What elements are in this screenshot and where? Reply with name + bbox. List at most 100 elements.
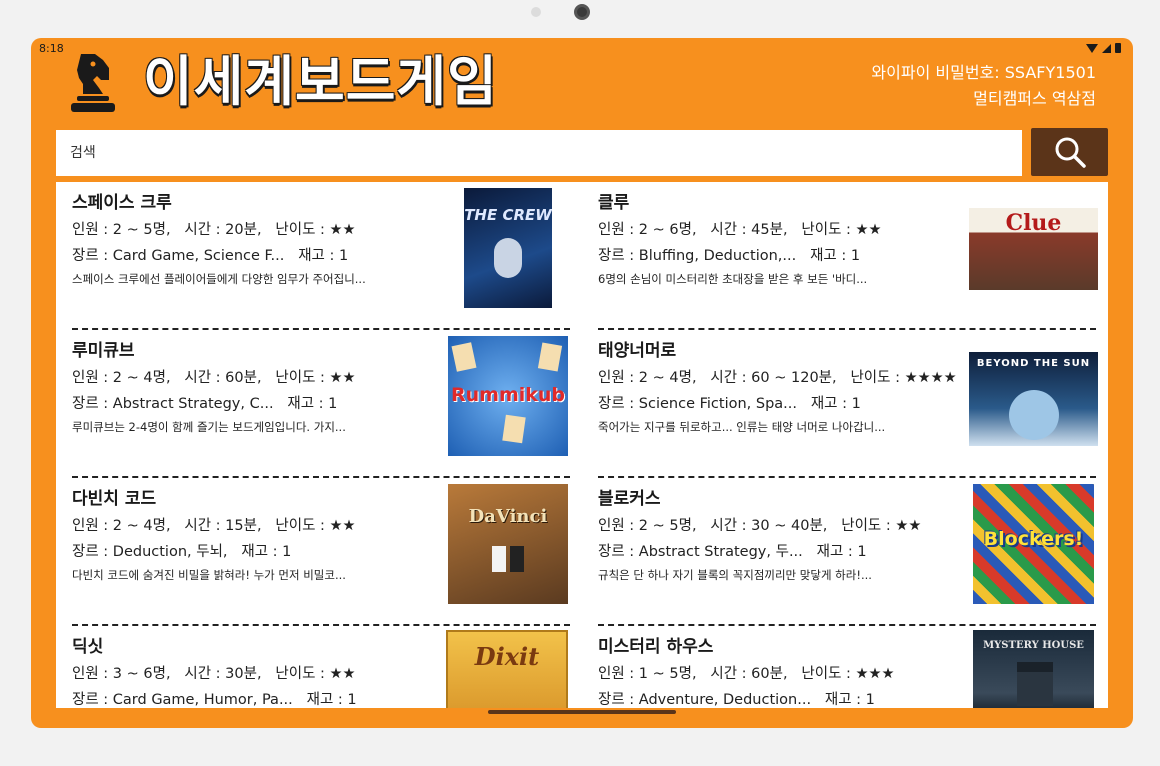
game-title: 루미큐브 xyxy=(72,341,135,361)
game-genre: 장르 : Card Game, Humor, Pa... xyxy=(72,692,293,708)
game-genre: 장르 : Card Game, Science F... xyxy=(72,248,285,264)
game-cover-image: Clue xyxy=(969,208,1098,290)
game-genre-line: 장르 : Card Game, Humor, Pa... 재고 : 1 xyxy=(72,688,357,708)
game-stock: 재고 : 1 xyxy=(810,396,861,412)
game-cover-image: Rummikub xyxy=(448,336,568,456)
game-stock: 재고 : 1 xyxy=(824,692,875,708)
game-genre: 장르 : Science Fiction, Spa... xyxy=(598,396,798,412)
game-genre-line: 장르 : Card Game, Science F... 재고 : 1 xyxy=(72,244,348,265)
branch-name: 멀티캠퍼스 역삼점 xyxy=(973,89,1096,108)
game-genre-line: 장르 : Abstract Strategy, C... 재고 : 1 xyxy=(72,392,337,413)
game-meta: 인원 : 2 ~ 5명, 시간 : 20분, 난이도 : ★★ xyxy=(72,218,356,239)
game-card[interactable]: 블로커스 인원 : 2 ~ 5명, 시간 : 30 ~ 40분, 난이도 : ★… xyxy=(598,478,1096,626)
game-genre: 장르 : Abstract Strategy, 두... xyxy=(598,544,803,560)
game-card[interactable]: 클루 인원 : 2 ~ 6명, 시간 : 45분, 난이도 : ★★ 장르 : … xyxy=(598,182,1098,330)
game-description: 규칙은 단 하나 자기 블록의 꼭지점끼리만 맞닿게 하라!... xyxy=(598,568,872,582)
game-time: 시간 : 45분, xyxy=(710,222,788,238)
store-info: 와이파이 비밀번호: SSAFY1501 멀티캠퍼스 역삼점 xyxy=(871,60,1096,112)
game-difficulty: 난이도 : ★★★ xyxy=(801,666,895,682)
game-card[interactable]: 루미큐브 인원 : 2 ~ 4명, 시간 : 60분, 난이도 : ★★ 장르 … xyxy=(72,330,570,478)
game-description: 다빈치 코드에 숨겨진 비밀을 밝혀라! 누가 먼저 비밀코... xyxy=(72,568,346,582)
game-title: 태양너머로 xyxy=(598,341,677,361)
game-title: 스페이스 크루 xyxy=(72,193,172,213)
game-meta: 인원 : 2 ~ 4명, 시간 : 60분, 난이도 : ★★ xyxy=(72,366,356,387)
game-genre-line: 장르 : Science Fiction, Spa... 재고 : 1 xyxy=(598,392,861,413)
game-cover-image: THE CREW xyxy=(464,188,552,308)
game-difficulty: 난이도 : ★★ xyxy=(275,222,356,238)
game-cover-image: Blockers! xyxy=(973,484,1094,604)
wifi-icon xyxy=(1086,43,1098,53)
game-genre-line: 장르 : Adventure, Deduction... 재고 : 1 xyxy=(598,688,875,708)
game-card[interactable]: 다빈치 코드 인원 : 2 ~ 4명, 시간 : 15분, 난이도 : ★★ 장… xyxy=(72,478,570,626)
search-button[interactable] xyxy=(1031,128,1108,176)
game-players: 인원 : 2 ~ 4명, xyxy=(72,518,171,534)
game-genre: 장르 : Bluffing, Deduction,... xyxy=(598,248,797,264)
game-meta: 인원 : 2 ~ 5명, 시간 : 30 ~ 40분, 난이도 : ★★ xyxy=(598,514,921,535)
game-meta: 인원 : 2 ~ 4명, 시간 : 15분, 난이도 : ★★ xyxy=(72,514,356,535)
game-stock: 재고 : 1 xyxy=(816,544,867,560)
game-genre-line: 장르 : Bluffing, Deduction,... 재고 : 1 xyxy=(598,244,860,265)
game-title: 딕싯 xyxy=(72,637,104,657)
game-description: 스페이스 크루에선 플레이어들에게 다양한 임무가 주어집니... xyxy=(72,272,366,286)
game-cover-image: Dixit xyxy=(446,630,568,708)
game-cover-image: DaVinci xyxy=(448,484,568,604)
game-description: 루미큐브는 2-4명이 함께 즐기는 보드게임입니다. 가지... xyxy=(72,420,346,434)
game-stock: 재고 : 1 xyxy=(306,692,357,708)
game-stock: 재고 : 1 xyxy=(810,248,861,264)
status-time: 8:18 xyxy=(39,42,64,55)
navigation-handle[interactable] xyxy=(488,710,676,714)
game-title: 클루 xyxy=(598,193,630,213)
game-card[interactable]: 딕싯 인원 : 3 ~ 6명, 시간 : 30분, 난이도 : ★★ 장르 : … xyxy=(72,626,570,708)
game-genre: 장르 : Adventure, Deduction... xyxy=(598,692,812,708)
status-icons xyxy=(1086,43,1121,53)
game-genre: 장르 : Deduction, 두뇌, xyxy=(72,544,228,560)
game-time: 시간 : 60분, xyxy=(710,666,788,682)
game-title: 다빈치 코드 xyxy=(72,489,157,509)
game-stock: 재고 : 1 xyxy=(287,396,338,412)
game-meta: 인원 : 2 ~ 4명, 시간 : 60 ~ 120분, 난이도 : ★★★★ xyxy=(598,366,957,387)
game-title: 블로커스 xyxy=(598,489,661,509)
game-description: 죽어가는 지구를 뒤로하고... 인류는 태양 너머로 나아갑니... xyxy=(598,420,886,434)
game-genre-line: 장르 : Abstract Strategy, 두... 재고 : 1 xyxy=(598,540,867,561)
game-meta: 인원 : 1 ~ 5명, 시간 : 60분, 난이도 : ★★★ xyxy=(598,662,895,683)
game-time: 시간 : 30분, xyxy=(184,666,262,682)
wifi-password: 와이파이 비밀번호: SSAFY1501 xyxy=(871,63,1096,82)
game-players: 인원 : 2 ~ 4명, xyxy=(598,370,697,386)
search-icon xyxy=(1055,137,1086,168)
game-time: 시간 : 15분, xyxy=(184,518,262,534)
game-card[interactable]: 스페이스 크루 인원 : 2 ~ 5명, 시간 : 20분, 난이도 : ★★ … xyxy=(72,182,570,330)
app-title: 이세계보드게임 xyxy=(143,50,498,113)
game-time: 시간 : 30 ~ 40분, xyxy=(710,518,828,534)
game-players: 인원 : 3 ~ 6명, xyxy=(72,666,171,682)
game-difficulty: 난이도 : ★★ xyxy=(275,370,356,386)
game-cover-image: MYSTERY HOUSE xyxy=(973,630,1094,708)
game-title: 미스터리 하우스 xyxy=(598,637,714,657)
game-meta: 인원 : 2 ~ 6명, 시간 : 45분, 난이도 : ★★ xyxy=(598,218,882,239)
search-input[interactable] xyxy=(56,130,1022,176)
signal-icon xyxy=(1102,43,1111,53)
game-list[interactable]: 스페이스 크루 인원 : 2 ~ 5명, 시간 : 20분, 난이도 : ★★ … xyxy=(56,182,1108,708)
game-genre-line: 장르 : Deduction, 두뇌, 재고 : 1 xyxy=(72,540,291,561)
front-camera xyxy=(574,4,590,20)
game-players: 인원 : 2 ~ 6명, xyxy=(598,222,697,238)
game-time: 시간 : 60 ~ 120분, xyxy=(710,370,837,386)
app-screen: 8:18 이세계보드게임 와이파이 비밀번호: SSAFY1501 멀티캠퍼스 … xyxy=(31,38,1133,728)
game-card[interactable]: 태양너머로 인원 : 2 ~ 4명, 시간 : 60 ~ 120분, 난이도 :… xyxy=(598,330,1098,478)
game-players: 인원 : 2 ~ 5명, xyxy=(72,222,171,238)
game-players: 인원 : 2 ~ 4명, xyxy=(72,370,171,386)
game-difficulty: 난이도 : ★★ xyxy=(841,518,922,534)
game-players: 인원 : 1 ~ 5명, xyxy=(598,666,697,682)
game-description: 6명의 손님이 미스터리한 초대장을 받은 후 보든 '바디... xyxy=(598,272,868,286)
game-difficulty: 난이도 : ★★★★ xyxy=(850,370,957,386)
game-genre: 장르 : Abstract Strategy, C... xyxy=(72,396,274,412)
game-stock: 재고 : 1 xyxy=(298,248,349,264)
battery-icon xyxy=(1115,43,1121,53)
game-time: 시간 : 20분, xyxy=(184,222,262,238)
game-players: 인원 : 2 ~ 5명, xyxy=(598,518,697,534)
game-difficulty: 난이도 : ★★ xyxy=(801,222,882,238)
game-stock: 재고 : 1 xyxy=(241,544,292,560)
chess-knight-icon xyxy=(67,50,119,114)
game-difficulty: 난이도 : ★★ xyxy=(275,518,356,534)
game-card[interactable]: 미스터리 하우스 인원 : 1 ~ 5명, 시간 : 60분, 난이도 : ★★… xyxy=(598,626,1096,708)
sensor-dot xyxy=(531,7,541,17)
